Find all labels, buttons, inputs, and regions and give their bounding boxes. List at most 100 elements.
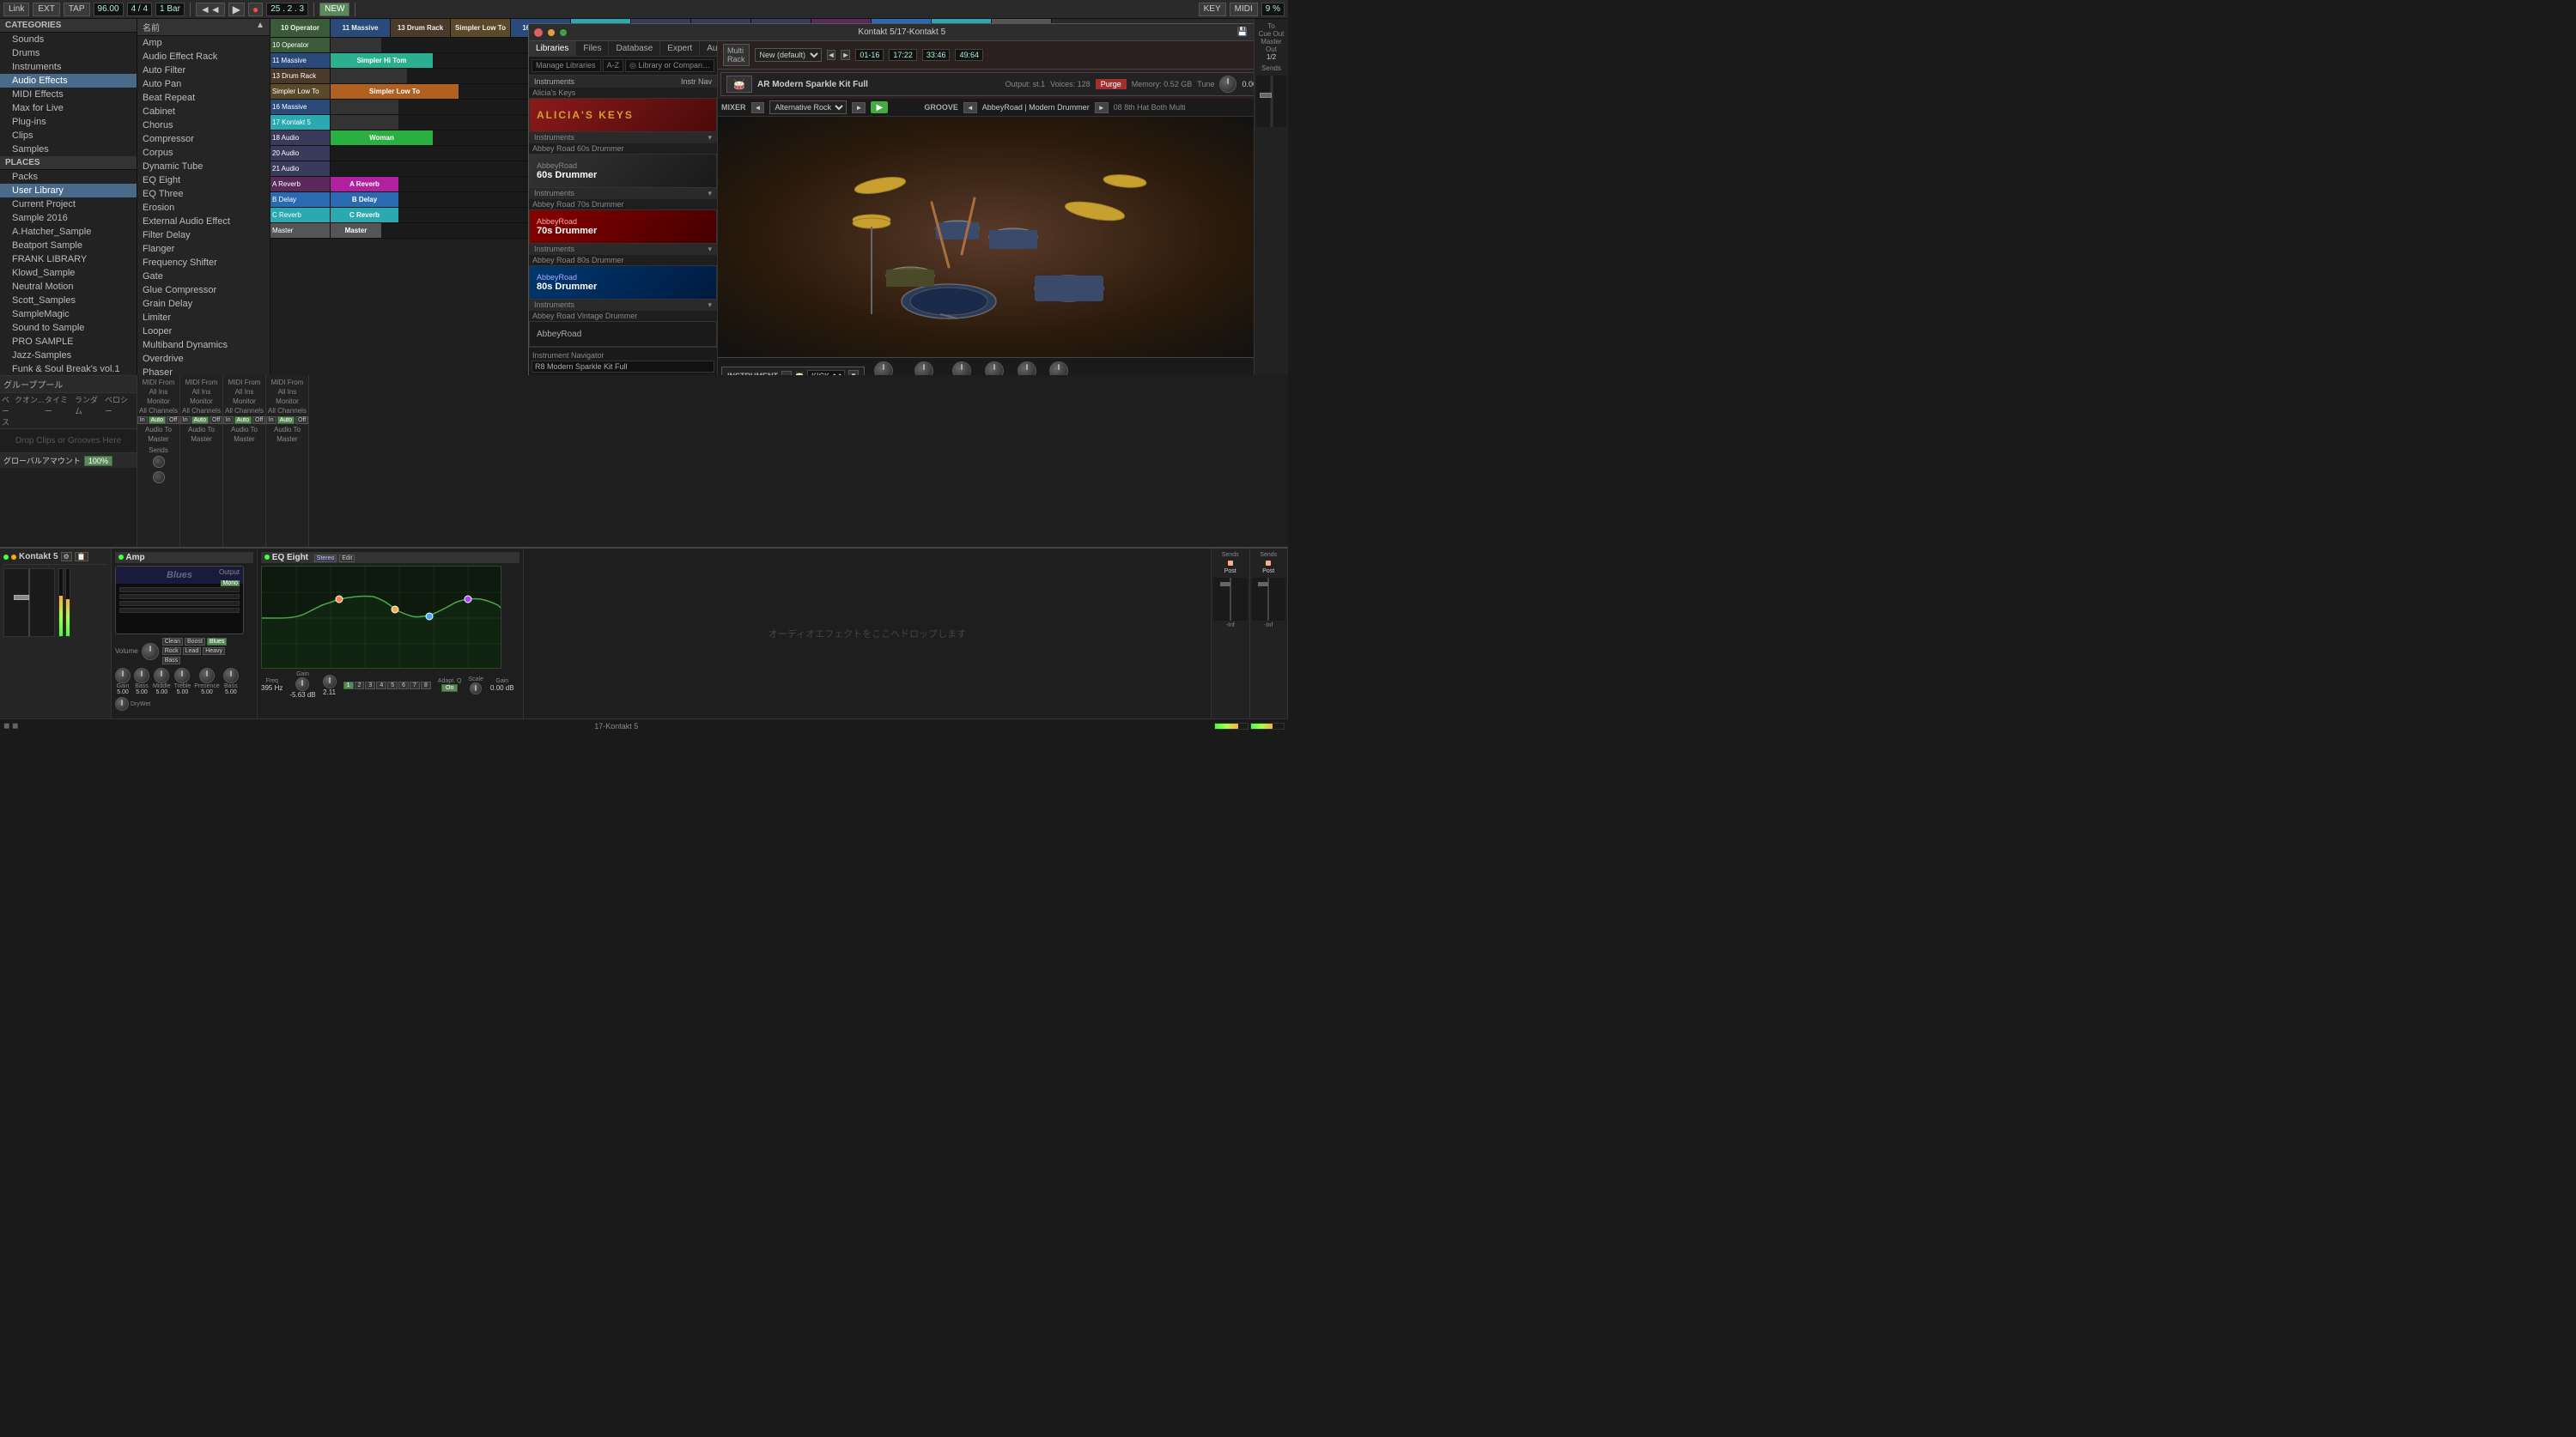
device-list-item-18[interactable]: Glue Compressor: [137, 283, 270, 297]
track-show-button[interactable]: 📋: [75, 552, 88, 561]
send-a-fader-thumb[interactable]: [1220, 582, 1230, 586]
master-fader-area[interactable]: [1256, 76, 1286, 127]
bass-knob[interactable]: [134, 668, 149, 683]
midi-button[interactable]: MIDI: [1230, 3, 1258, 16]
amp-blues-button[interactable]: Blues: [207, 638, 228, 646]
kick-select[interactable]: KICK: [807, 370, 845, 376]
cs3-off-button[interactable]: Off: [252, 416, 265, 424]
presence-knob[interactable]: [199, 668, 215, 683]
eq-point-2[interactable]: [392, 606, 398, 613]
eq8-band-7[interactable]: 7: [410, 682, 420, 689]
kontakt-az-button[interactable]: A-Z: [603, 59, 624, 72]
mixer-preset-select[interactable]: Alternative Rock: [769, 100, 847, 114]
sidebar-item-drums[interactable]: Drums: [0, 46, 137, 60]
sidebar-item-scott[interactable]: Scott_Samples: [0, 294, 137, 307]
amp-volume-knob[interactable]: [142, 643, 159, 660]
tap-button[interactable]: TAP: [64, 3, 90, 16]
device-list-item-17[interactable]: Gate: [137, 270, 270, 283]
key-button[interactable]: KEY: [1199, 3, 1226, 16]
device-list-item-5[interactable]: Cabinet: [137, 105, 270, 118]
eq8-band-2[interactable]: 2: [355, 682, 365, 689]
preset-next-button[interactable]: ►: [841, 50, 850, 60]
tune-knob2[interactable]: [952, 361, 971, 375]
multi-rack-button[interactable]: MultiRack: [723, 44, 750, 66]
play-button[interactable]: ▶: [228, 3, 245, 16]
device-list-item-13[interactable]: External Audio Effect: [137, 215, 270, 228]
mixer-play-button[interactable]: ▶: [871, 101, 888, 113]
kontakt-close-button[interactable]: [534, 28, 543, 37]
cs1-send-knob2[interactable]: [153, 471, 165, 483]
eq8-band-3[interactable]: 3: [365, 682, 375, 689]
eq8-band-8[interactable]: 8: [421, 682, 431, 689]
cs2-in-button[interactable]: In: [180, 416, 191, 424]
bottom-fader-thumb[interactable]: [14, 595, 29, 600]
eq8-band-4[interactable]: 4: [376, 682, 386, 689]
device-list-item-19[interactable]: Grain Delay: [137, 297, 270, 311]
device-list-item-8[interactable]: Corpus: [137, 146, 270, 160]
device-list-item-22[interactable]: Multiband Dynamics: [137, 338, 270, 352]
cs1-send-knob[interactable]: [153, 456, 165, 468]
clip-3-0[interactable]: Simpler Low To: [331, 84, 459, 99]
kontakt-instr-button[interactable]: Instr Nav: [681, 77, 712, 86]
sidebar-item-klowd[interactable]: Klowd_Sample: [0, 266, 137, 280]
link-button[interactable]: Link: [3, 3, 29, 16]
tune-knob[interactable]: [1219, 76, 1236, 93]
amp-bass-button[interactable]: Bass: [162, 657, 181, 664]
eq8-q-knob[interactable]: [323, 675, 337, 688]
device-list-item-16[interactable]: Frequency Shifter: [137, 256, 270, 270]
groove-left-button[interactable]: ◄: [963, 102, 977, 113]
eq-point-3[interactable]: [426, 613, 433, 620]
send-b-fader[interactable]: [1252, 578, 1286, 621]
cs1-off-button[interactable]: Off: [167, 416, 179, 424]
clip-9-0[interactable]: A Reverb: [331, 177, 399, 191]
amp-lead-button[interactable]: Lead: [183, 647, 202, 655]
ext-button[interactable]: EXT: [33, 3, 59, 16]
sidebar-item-current-project[interactable]: Current Project: [0, 197, 137, 211]
send-b-fader-thumb[interactable]: [1258, 582, 1268, 586]
device-list-sort-icon[interactable]: ▲: [256, 21, 264, 33]
clip-2-0[interactable]: [331, 69, 408, 83]
instrument-search-input[interactable]: [532, 361, 714, 373]
new-button[interactable]: NEW: [319, 3, 349, 16]
kontakt-tab-libraries[interactable]: Libraries: [529, 41, 576, 56]
abbey-60s-banner[interactable]: AbbeyRoad 60s Drummer: [529, 154, 717, 188]
preset-select[interactable]: New (default): [755, 48, 822, 62]
clip-0-0[interactable]: [331, 38, 382, 52]
eq8-band-1[interactable]: 1: [343, 682, 354, 689]
eq-point-1[interactable]: [336, 596, 343, 603]
sidebar-item-plugins[interactable]: Plug-ins: [0, 115, 137, 129]
sidebar-item-midi-effects[interactable]: MIDI Effects: [0, 88, 137, 101]
device-list-item-7[interactable]: Compressor: [137, 132, 270, 146]
device-list-item-23[interactable]: Overdrive: [137, 352, 270, 366]
record-button[interactable]: ●: [248, 3, 263, 16]
bottom-fader[interactable]: [3, 568, 55, 637]
sidebar-item-samplemagic[interactable]: SampleMagic: [0, 307, 137, 321]
device-list-item-24[interactable]: Phaser: [137, 366, 270, 375]
hold-knob[interactable]: [1018, 361, 1036, 375]
device-list-item-4[interactable]: Beat Repeat: [137, 91, 270, 105]
sidebar-item-audio-effects[interactable]: Audio Effects: [0, 74, 137, 88]
bar-display[interactable]: 1 Bar: [155, 3, 185, 16]
track-header-1[interactable]: 11 Massive: [331, 19, 391, 37]
clip-5-0[interactable]: [331, 115, 399, 130]
rewind-button[interactable]: ◄◄: [196, 3, 225, 16]
clip-1-0[interactable]: Simpler Hi Tom: [331, 53, 434, 68]
sidebar-item-packs[interactable]: Packs: [0, 170, 137, 184]
clip-6-0[interactable]: Woman: [331, 130, 434, 145]
clip-12-0[interactable]: Master: [331, 223, 382, 238]
device-list-item-9[interactable]: Dynamic Tube: [137, 160, 270, 173]
eq8-gain-knob[interactable]: [295, 677, 309, 691]
eq8-band-5[interactable]: 5: [387, 682, 398, 689]
attack-knob[interactable]: [985, 361, 1004, 375]
cs1-in-button[interactable]: In: [137, 416, 148, 424]
sidebar-item-user-library[interactable]: User Library: [0, 184, 137, 197]
kontakt-library-filter[interactable]: Manage Libraries: [532, 59, 601, 72]
cs3-in-button[interactable]: In: [223, 416, 234, 424]
instrument-minimize-button[interactable]: −: [781, 371, 792, 376]
amp-boost-button[interactable]: Boost: [185, 638, 205, 646]
cs4-in-button[interactable]: In: [266, 416, 276, 424]
track-settings-button[interactable]: ⚙: [61, 552, 72, 561]
sidebar-item-neutral-motion[interactable]: Neutral Motion: [0, 280, 137, 294]
gain-knob[interactable]: [115, 668, 131, 683]
amp-rock-button[interactable]: Rock: [162, 647, 181, 655]
